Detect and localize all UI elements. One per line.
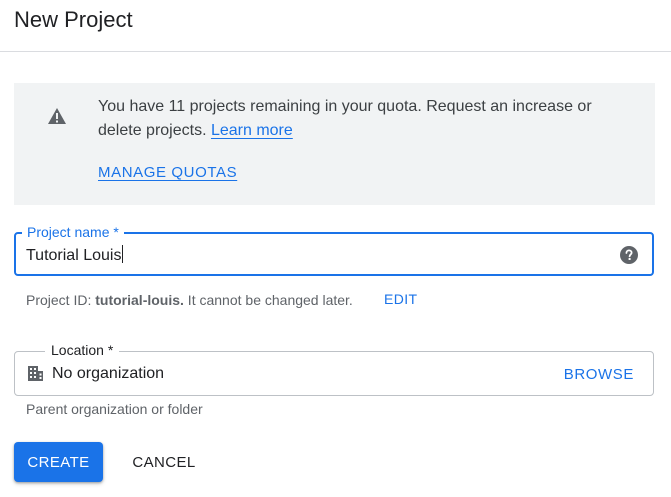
page-header: New Project	[0, 0, 671, 52]
project-id-hint: Project ID: tutorial-louis. It cannot be…	[26, 292, 353, 308]
new-project-page: New Project You have 11 projects remaini…	[0, 0, 671, 497]
edit-project-id-link[interactable]: EDIT	[384, 291, 418, 307]
project-name-label: Project name *	[22, 224, 124, 240]
help-icon[interactable]	[620, 246, 638, 264]
browse-button[interactable]: BROWSE	[564, 366, 634, 383]
quota-notice: You have 11 projects remaining in your q…	[14, 83, 655, 205]
text-cursor	[122, 245, 124, 263]
page-title: New Project	[14, 7, 133, 32]
building-icon	[28, 366, 43, 381]
location-value: No organization	[52, 365, 165, 382]
create-button[interactable]: CREATE	[14, 442, 103, 482]
manage-quotas-link[interactable]: MANAGE QUOTAS	[98, 164, 237, 181]
quota-message: You have 11 projects remaining in your q…	[98, 95, 628, 143]
project-name-input[interactable]: Tutorial Louis	[26, 245, 124, 266]
project-id-prefix: Project ID:	[26, 292, 96, 308]
warning-icon	[48, 108, 66, 124]
cancel-button[interactable]: CANCEL	[122, 442, 206, 482]
project-id-value: tutorial-louis.	[95, 292, 184, 308]
learn-more-link[interactable]: Learn more	[211, 122, 293, 139]
location-field[interactable]: Location * No organization BROWSE	[14, 342, 654, 396]
project-name-field[interactable]: Project name * Tutorial Louis	[14, 224, 654, 276]
location-label: Location *	[45, 342, 120, 358]
location-helper-text: Parent organization or folder	[26, 401, 203, 417]
project-id-suffix: It cannot be changed later.	[183, 292, 353, 308]
quota-message-text: You have 11 projects remaining in your q…	[98, 98, 592, 139]
project-name-value: Tutorial Louis	[26, 247, 122, 264]
